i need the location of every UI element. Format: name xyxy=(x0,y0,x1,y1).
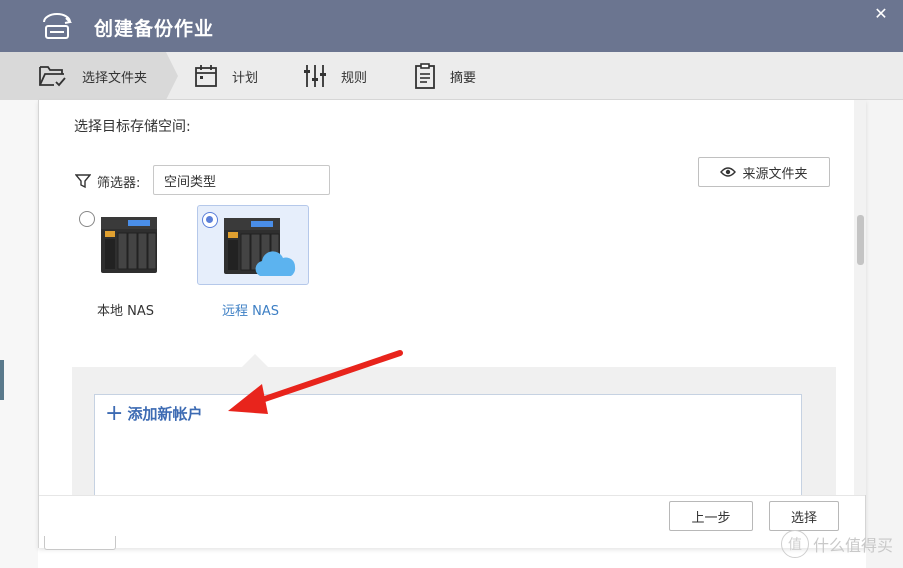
window-title: 创建备份作业 xyxy=(94,18,215,40)
remote-nas-option[interactable] xyxy=(197,205,309,285)
remote-nas-radio[interactable] xyxy=(202,212,218,228)
wizard-steps: 选择文件夹 计划 规则 摘要 xyxy=(0,52,903,100)
source-folder-button[interactable]: 来源文件夹 xyxy=(698,157,830,187)
watermark: 值 什么值得买 xyxy=(780,530,893,558)
calendar-icon xyxy=(195,65,217,87)
filter-label: 筛选器: xyxy=(97,176,141,191)
step-schedule[interactable]: 计划 xyxy=(194,52,258,100)
backup-drive-icon xyxy=(43,13,73,39)
title-bar: 创建备份作业 ✕ xyxy=(0,0,903,52)
page-background-right xyxy=(866,100,903,568)
plus-icon: + xyxy=(105,400,124,426)
scrollbar[interactable] xyxy=(854,100,866,495)
close-button[interactable]: ✕ xyxy=(873,6,889,22)
step-summary[interactable]: 摘要 xyxy=(414,52,476,100)
back-button[interactable]: 上一步 xyxy=(669,501,753,531)
select-button[interactable]: 选择 xyxy=(769,501,839,531)
eye-icon xyxy=(720,167,737,177)
watermark-text: 什么值得买 xyxy=(812,536,893,555)
remote-nas-label: 远程 NAS xyxy=(222,304,280,319)
space-type-filter-input[interactable] xyxy=(153,165,330,195)
add-new-account-button[interactable]: + 添加新帐户 xyxy=(105,400,203,426)
page-background-strip xyxy=(0,360,4,400)
account-area-pointer xyxy=(242,354,268,367)
local-nas-option[interactable] xyxy=(75,205,187,285)
folder-check-icon xyxy=(39,66,66,87)
background-button-edge xyxy=(44,536,116,550)
nas-cloud-icon xyxy=(224,218,296,276)
step-select-folder[interactable]: 选择文件夹 xyxy=(38,52,147,100)
clipboard-icon xyxy=(415,63,435,89)
filter-icon xyxy=(75,174,91,189)
active-step-arrow xyxy=(166,52,178,100)
add-new-account-label: 添加新帐户 xyxy=(127,405,203,423)
step-rules[interactable]: 规则 xyxy=(303,52,367,100)
local-nas-radio[interactable] xyxy=(79,211,95,227)
dialog-footer: 上一步 选择 xyxy=(39,495,865,548)
step-label: 选择文件夹 xyxy=(82,70,148,86)
step-label: 计划 xyxy=(232,70,259,86)
nas-device-icon xyxy=(101,217,157,273)
watermark-logo-icon: 值 xyxy=(780,530,809,558)
page-background-left xyxy=(0,100,38,568)
target-storage-prompt: 选择目标存储空间: xyxy=(74,119,191,135)
step-label: 规则 xyxy=(341,70,368,86)
scrollbar-thumb[interactable] xyxy=(857,215,864,265)
local-nas-label: 本地 NAS xyxy=(97,304,155,319)
step-label: 摘要 xyxy=(450,70,477,86)
dialog-panel: 选择目标存储空间: 筛选器: 来源文件夹 本地 NAS xyxy=(38,100,866,548)
sliders-icon xyxy=(304,65,326,87)
source-folder-label: 来源文件夹 xyxy=(742,166,808,182)
